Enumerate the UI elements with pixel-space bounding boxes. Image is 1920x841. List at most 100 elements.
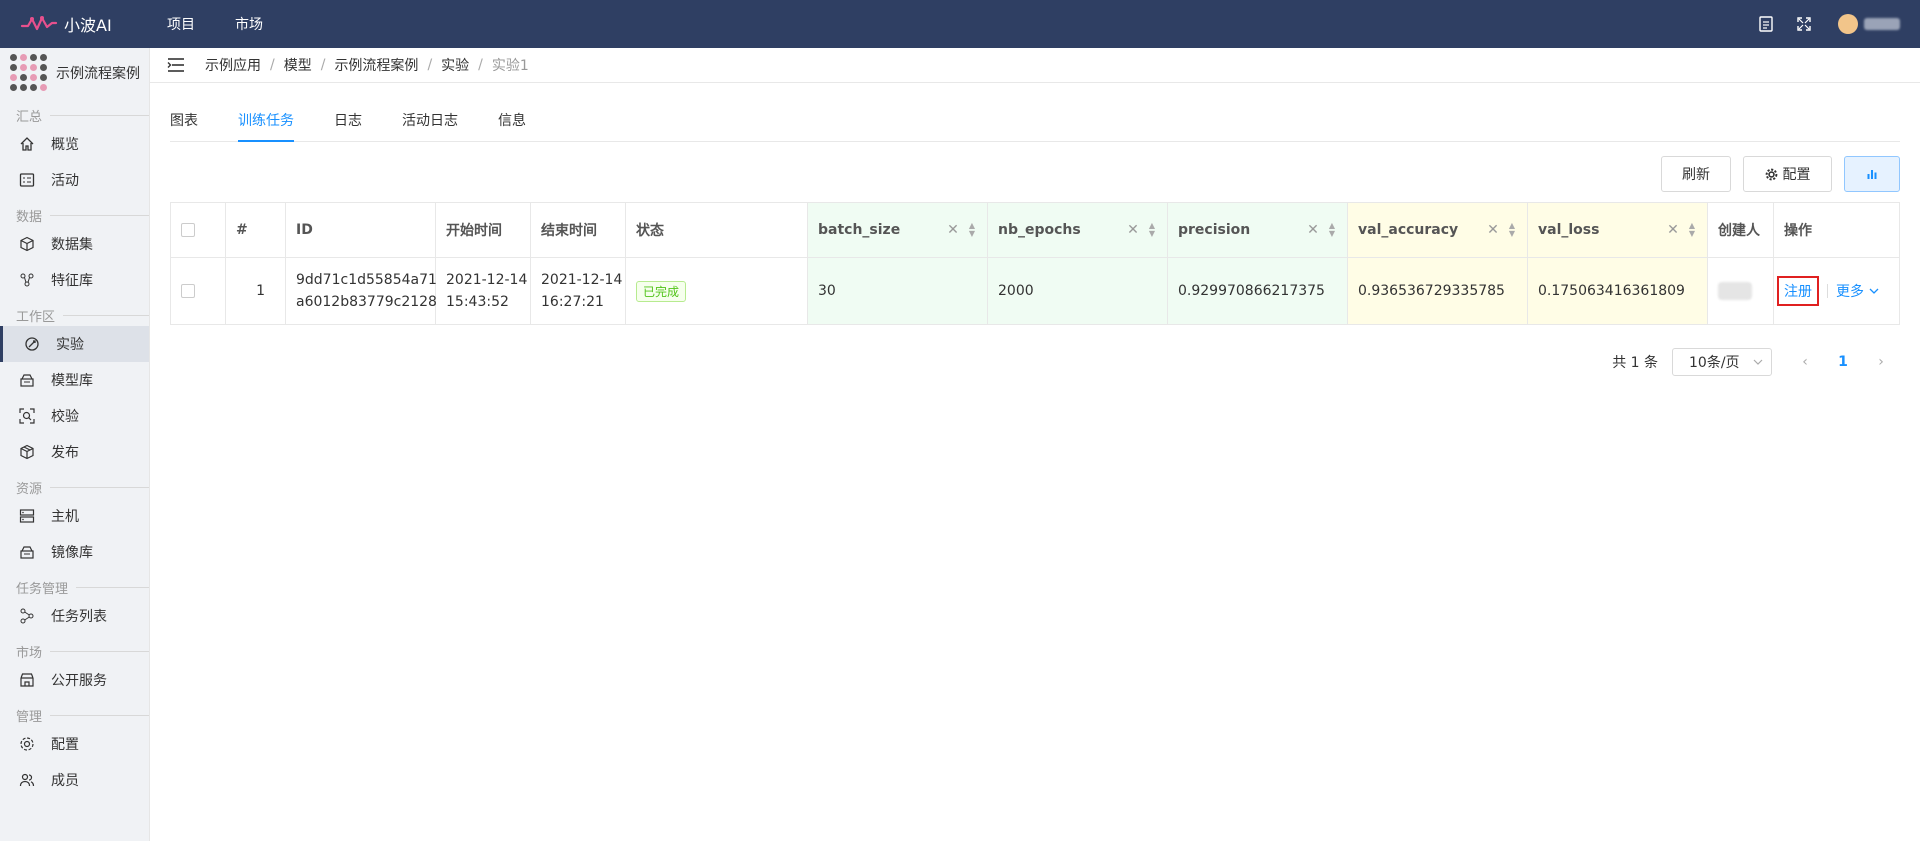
close-icon[interactable]: ✕: [1487, 222, 1499, 238]
sidebar-item-label: 公开服务: [51, 673, 107, 689]
tab-info[interactable]: 信息: [498, 108, 526, 142]
table-header-row: # ID 开始时间 结束时间 状态 batch_size ✕ ▲ ▼ nb_epoc…: [171, 203, 1899, 258]
row-end-time: 2021-12-14 16:27:21: [531, 258, 626, 324]
sidebar-item-validate[interactable]: 校验: [0, 398, 149, 434]
tab-activity-logs[interactable]: 活动日志: [402, 108, 458, 142]
chart-toggle-button[interactable]: [1844, 156, 1900, 192]
menu-fold-icon[interactable]: [167, 58, 185, 72]
sidebar-group-market: 市场: [0, 640, 149, 662]
avatar[interactable]: [1838, 14, 1858, 34]
sidebar-group-workspace: 工作区: [0, 304, 149, 326]
sidebar-group-summary: 汇总: [0, 104, 149, 126]
column-header-label: nb_epochs: [998, 222, 1081, 238]
tab-logs[interactable]: 日志: [334, 108, 362, 142]
breadcrumb-separator: /: [270, 57, 275, 73]
username-redacted[interactable]: [1864, 18, 1900, 30]
status-badge: 已完成: [636, 280, 687, 302]
topnav-projects[interactable]: 项目: [167, 14, 195, 34]
sort-icon[interactable]: ▲ ▼: [1329, 222, 1335, 238]
users-icon: [18, 771, 36, 789]
close-icon[interactable]: ✕: [947, 222, 959, 238]
column-header-status: 状态: [626, 203, 808, 257]
cube-icon: [18, 235, 36, 253]
sidebar-item-public-service[interactable]: 公开服务: [0, 662, 149, 698]
table-row[interactable]: 1 9dd71c1d55854a71 a6012b83779c2128 2021…: [171, 258, 1899, 324]
tab-charts[interactable]: 图表: [170, 108, 198, 142]
document-icon[interactable]: [1756, 14, 1776, 34]
sidebar-item-image-repo[interactable]: 镜像库: [0, 534, 149, 570]
sidebar-item-task-list[interactable]: 任务列表: [0, 598, 149, 634]
sort-icon[interactable]: ▲ ▼: [1149, 222, 1155, 238]
feature-icon: [18, 271, 36, 289]
more-button[interactable]: 更多: [1836, 281, 1879, 301]
page-size-select[interactable]: 10条/页: [1672, 348, 1772, 376]
sort-icon[interactable]: ▲ ▼: [969, 222, 975, 238]
sort-icon[interactable]: ▲ ▼: [1689, 222, 1695, 238]
sort-icon[interactable]: ▲ ▼: [1509, 222, 1515, 238]
column-header-nb-epochs[interactable]: nb_epochs ✕ ▲ ▼: [988, 203, 1168, 257]
sidebar-item-settings[interactable]: 配置: [0, 726, 149, 762]
sidebar-item-dataset[interactable]: 数据集: [0, 226, 149, 262]
breadcrumb-model[interactable]: 模型: [284, 55, 312, 75]
tab-bar: 图表 训练任务 日志 活动日志 信息: [170, 108, 1900, 142]
sidebar-item-experiment[interactable]: 实验: [0, 326, 149, 362]
topnav-market[interactable]: 市场: [235, 14, 263, 34]
sidebar-item-members[interactable]: 成员: [0, 762, 149, 798]
column-header-precision[interactable]: precision ✕ ▲ ▼: [1168, 203, 1348, 257]
sidebar-item-label: 概览: [51, 137, 79, 153]
sidebar-item-label: 活动: [51, 173, 79, 189]
breadcrumb-separator: /: [478, 57, 483, 73]
more-button-label: 更多: [1836, 284, 1864, 300]
sidebar-item-activity[interactable]: 活动: [0, 162, 149, 198]
close-icon[interactable]: ✕: [1127, 222, 1139, 238]
sidebar-item-label: 发布: [51, 445, 79, 461]
column-header-id: ID: [286, 203, 436, 257]
project-avatar-icon: [10, 54, 48, 92]
breadcrumb-separator: /: [427, 57, 433, 73]
row-checkbox[interactable]: [181, 284, 195, 298]
sidebar-item-label: 数据集: [51, 237, 93, 253]
breadcrumb-experiments[interactable]: 实验: [441, 55, 469, 75]
column-header-val-accuracy[interactable]: val_accuracy ✕ ▲ ▼: [1348, 203, 1528, 257]
row-start-clock: 15:43:52: [446, 294, 509, 310]
share-icon: [18, 607, 36, 625]
config-button-label: 配置: [1782, 167, 1811, 183]
gear-icon: [18, 735, 36, 753]
breadcrumb-app[interactable]: 示例应用: [205, 55, 261, 75]
row-end-date: 2021-12-14: [541, 272, 623, 288]
row-actions: 注册 更多: [1774, 258, 1899, 324]
prev-page-icon[interactable]: ‹: [1786, 354, 1824, 370]
sidebar-item-feature-store[interactable]: 特征库: [0, 262, 149, 298]
sidebar-group-tasks: 任务管理: [0, 576, 149, 598]
refresh-button[interactable]: 刷新: [1661, 156, 1731, 192]
column-header-actions: 操作: [1784, 223, 1812, 239]
column-header-val-loss[interactable]: val_loss ✕ ▲ ▼: [1528, 203, 1708, 257]
sidebar-item-model-repo[interactable]: 模型库: [0, 362, 149, 398]
breadcrumb-separator: /: [320, 57, 326, 73]
gear-icon: [1765, 168, 1778, 181]
column-header-label: val_loss: [1538, 222, 1600, 238]
pagination-total: 共 1 条: [1612, 355, 1658, 371]
page-number-current[interactable]: 1: [1824, 354, 1862, 370]
fullscreen-icon[interactable]: [1794, 14, 1814, 34]
tab-training-tasks[interactable]: 训练任务: [238, 108, 294, 142]
sidebar-item-host[interactable]: 主机: [0, 498, 149, 534]
column-header-batch-size[interactable]: batch_size ✕ ▲ ▼: [808, 203, 988, 257]
experiment-icon: [23, 335, 41, 353]
chevron-down-icon: [1869, 288, 1879, 294]
close-icon[interactable]: ✕: [1667, 222, 1679, 238]
breadcrumb-project[interactable]: 示例流程案例: [334, 55, 418, 75]
register-button[interactable]: 注册: [1777, 276, 1819, 306]
sidebar-item-label: 成员: [51, 773, 79, 789]
column-header-label: batch_size: [818, 222, 901, 238]
brand-logo[interactable]: 小波AI: [20, 12, 145, 36]
next-page-icon[interactable]: ›: [1862, 354, 1900, 370]
sidebar-item-overview[interactable]: 概览: [0, 126, 149, 162]
config-button[interactable]: 配置: [1743, 156, 1832, 192]
top-bar: 小波AI 项目 市场: [0, 0, 1920, 48]
close-icon[interactable]: ✕: [1307, 222, 1319, 238]
column-header-end-time: 结束时间: [531, 203, 626, 257]
select-all-checkbox[interactable]: [181, 223, 195, 237]
sidebar-item-publish[interactable]: 发布: [0, 434, 149, 470]
project-header[interactable]: 示例流程案例: [0, 48, 149, 98]
